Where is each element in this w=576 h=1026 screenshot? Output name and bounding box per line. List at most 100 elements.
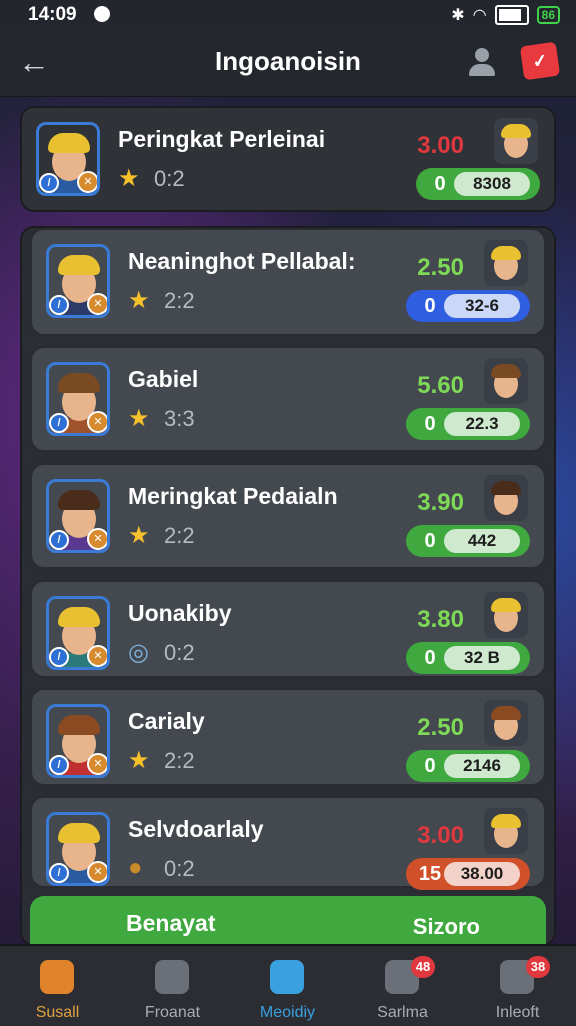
avatar: / ✕ bbox=[36, 122, 100, 196]
level-badge-icon: / bbox=[49, 413, 69, 433]
bottom-nav: Susall Froanat Meoidiy 48 Sarlma 38 Inleoft bbox=[0, 944, 576, 1026]
home-icon bbox=[40, 960, 74, 994]
pill-value: 22.3 bbox=[444, 412, 520, 436]
leaderboard-row[interactable]: / ✕ Gabiel ★ 3:3 5.60 0 22.3 bbox=[30, 346, 546, 452]
player-name: Peringkat Perleinai bbox=[118, 126, 326, 152]
battery-percent: 86 bbox=[536, 6, 560, 24]
nav-item-susall[interactable]: Susall bbox=[0, 946, 115, 1026]
pill-value: 32-6 bbox=[444, 294, 520, 318]
player-name: Benayat bbox=[126, 910, 216, 936]
player-stat: 0:2 bbox=[164, 640, 195, 665]
pill-number: 0 bbox=[424, 646, 436, 669]
score-pill: 0 2146 bbox=[406, 750, 530, 782]
score-pill: 0 22.3 bbox=[406, 408, 530, 440]
player-score: 3.00 bbox=[417, 822, 464, 849]
info-icon bbox=[270, 960, 304, 994]
nav-item-sarlma[interactable]: 48 Sarlma bbox=[345, 946, 460, 1026]
player-name: Selvdoarlaly bbox=[128, 816, 264, 842]
user-icon[interactable] bbox=[466, 46, 498, 78]
pill-value: 8308 bbox=[454, 172, 530, 196]
nav-item-inleoft[interactable]: 38 Inleoft bbox=[460, 946, 575, 1026]
notification-badge-icon[interactable]: ✓ bbox=[519, 41, 561, 81]
level-badge-icon: / bbox=[49, 647, 69, 667]
avatar-hair bbox=[58, 715, 100, 735]
swirl-icon: ◎ bbox=[128, 639, 149, 666]
pill-value: 442 bbox=[444, 529, 520, 553]
ranking-icon bbox=[155, 960, 189, 994]
level-badge-icon: / bbox=[49, 295, 69, 315]
star-icon: ★ bbox=[128, 287, 150, 314]
avatar: / ✕ bbox=[46, 244, 110, 318]
current-player-card[interactable]: / ✕ Peringkat Perleinai ★ 0:2 3.00 0 8308 bbox=[20, 106, 556, 212]
star-icon: ★ bbox=[128, 747, 150, 774]
nav-item-froanat[interactable]: Froanat bbox=[115, 946, 230, 1026]
nav-item-meoidiy[interactable]: Meoidiy bbox=[230, 946, 345, 1026]
player-name: Carialy bbox=[128, 708, 205, 734]
player-name: Uonakiby bbox=[128, 600, 232, 626]
mini-avatar-hair bbox=[491, 814, 521, 828]
player-score: 5.60 bbox=[417, 372, 464, 399]
pill-number: 0 bbox=[424, 754, 436, 777]
class-badge-icon: ✕ bbox=[87, 293, 107, 315]
leaderboard-row[interactable]: / ✕ Carialy ★ 2:2 2.50 0 2146 bbox=[30, 688, 546, 786]
avatar: / ✕ bbox=[46, 479, 110, 553]
nav-label: Froanat bbox=[144, 1004, 201, 1021]
mini-avatar bbox=[484, 592, 528, 638]
class-badge-icon: ✕ bbox=[87, 753, 107, 775]
avatar: / ✕ bbox=[46, 362, 110, 436]
leaderboard-row[interactable]: / ✕ Neaninghot Pellabal: ★ 2:2 2.50 0 32-6 bbox=[30, 228, 546, 336]
nav-badge: 48 bbox=[411, 956, 435, 978]
avatar-hair bbox=[58, 607, 100, 627]
mini-avatar-hair bbox=[491, 364, 521, 378]
score-pill: 0 32-6 bbox=[406, 290, 530, 322]
score-pill: 0 8308 bbox=[416, 168, 540, 200]
player-stat: 0:2 bbox=[154, 166, 185, 191]
mini-avatar-hair bbox=[491, 706, 521, 720]
class-badge-icon: ✕ bbox=[77, 171, 97, 193]
mini-avatar-hair bbox=[501, 124, 531, 138]
leaderboard-row[interactable]: / ✕ Meringkat Pedaialn ★ 2:2 3.90 0 442 bbox=[30, 463, 546, 569]
player-stat: 0:2 bbox=[164, 856, 195, 881]
avatar-hair bbox=[58, 373, 100, 393]
leaderboard-row[interactable]: / ✕ Uonakiby ◎ 0:2 3.80 0 32 B bbox=[30, 580, 546, 678]
class-badge-icon: ✕ bbox=[87, 861, 107, 883]
nav-badge: 38 bbox=[526, 956, 550, 978]
avatar-hair bbox=[58, 490, 100, 510]
player-score: 3.80 bbox=[417, 606, 464, 633]
star-icon: ★ bbox=[128, 522, 150, 549]
level-badge-icon: / bbox=[39, 173, 59, 193]
class-badge-icon: ✕ bbox=[87, 645, 107, 667]
player-score: 2.50 bbox=[417, 254, 464, 281]
player-stat: 2:2 bbox=[164, 288, 195, 313]
star-icon: ★ bbox=[118, 165, 140, 192]
mini-avatar bbox=[494, 118, 538, 164]
nav-label: Meoidiy bbox=[259, 1004, 316, 1021]
mini-avatar-hair bbox=[491, 481, 521, 495]
wifi-icon: ◠ bbox=[472, 7, 487, 24]
score-pill: 0 32 B bbox=[406, 642, 530, 674]
status-icons: ✱ ◠ 86 bbox=[451, 5, 560, 25]
mini-avatar-hair bbox=[491, 246, 521, 260]
mini-avatar-hair bbox=[491, 598, 521, 612]
coin-icon: ● bbox=[128, 854, 143, 881]
mini-avatar bbox=[484, 475, 528, 521]
dnd-icon bbox=[94, 6, 110, 22]
leaderboard-row[interactable]: / ✕ Selvdoarlaly ● 0:2 3.00 15 38.00 bbox=[30, 796, 546, 890]
avatar-hair bbox=[58, 255, 100, 275]
player-score: 3.00 bbox=[417, 132, 464, 159]
player-name: Gabiel bbox=[128, 366, 199, 392]
pill-value: 38.00 bbox=[444, 862, 520, 886]
player-score: Sizoro bbox=[412, 914, 480, 939]
player-name: Neaninghot Pellabal: bbox=[128, 248, 356, 274]
bluetooth-icon: ✱ bbox=[451, 7, 465, 24]
mini-avatar bbox=[484, 358, 528, 404]
avatar: / ✕ bbox=[46, 812, 110, 886]
pill-value: 2146 bbox=[444, 754, 520, 778]
nav-label: Susall bbox=[35, 1004, 80, 1021]
pill-value: 32 B bbox=[444, 646, 520, 670]
score-pill: 0 442 bbox=[406, 525, 530, 557]
player-stat: 2:2 bbox=[164, 748, 195, 773]
mini-avatar bbox=[484, 700, 528, 746]
nav-label: Inleoft bbox=[495, 1004, 540, 1021]
level-badge-icon: / bbox=[49, 863, 69, 883]
